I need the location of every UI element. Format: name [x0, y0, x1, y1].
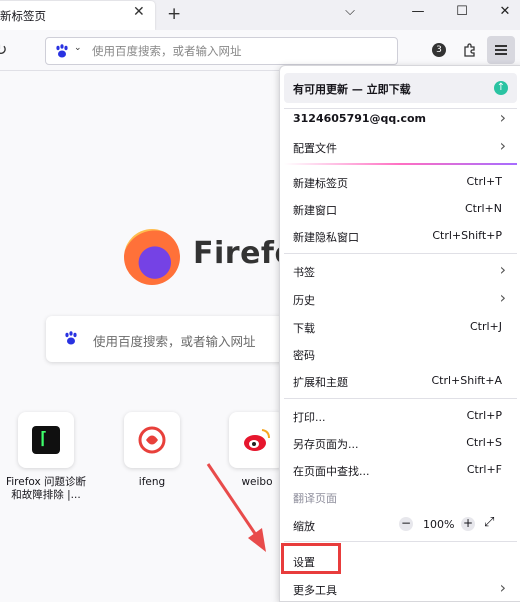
ifeng-logo-icon	[138, 426, 166, 454]
menu-item-label: 历史	[293, 294, 315, 307]
menu-item-bookmarks[interactable]: 书签 ›	[280, 259, 520, 283]
zoom-out-button[interactable]: −	[399, 517, 413, 531]
shortcut-tile-weibo[interactable]	[229, 412, 285, 468]
chevron-down-icon: ⌄	[74, 43, 82, 53]
menu-item-find[interactable]: 在页面中查找... Ctrl+F	[280, 458, 520, 482]
menu-separator	[284, 541, 517, 542]
shortcut-key: Ctrl+S	[466, 436, 502, 449]
firefox-logo	[124, 229, 180, 285]
chevron-right-icon: ›	[499, 578, 506, 597]
menu-item-profiles[interactable]: 配置文件 ›	[280, 135, 520, 159]
menu-item-label: 另存页面为...	[293, 438, 359, 451]
baidu-paw-icon	[65, 331, 77, 345]
tab-new-tab[interactable]: 新标签页 ✕	[0, 1, 155, 30]
new-tab-button[interactable]: +	[167, 4, 181, 24]
menu-item-label: 更多工具	[293, 584, 337, 597]
update-available-item[interactable]: 有可用更新 — 立即下载 ↑	[284, 73, 517, 103]
shortcut-tile-label: weibo	[241, 476, 273, 488]
menu-separator	[284, 253, 517, 254]
menu-item-history[interactable]: 历史 ›	[280, 287, 520, 311]
tab-strip: 新标签页 ✕ + ⌵ — ☐ ✕	[0, 0, 520, 30]
shortcut-tile-ifeng[interactable]	[124, 412, 180, 468]
menu-item-label: 新建标签页	[293, 177, 348, 190]
menu-item-label: 在页面中查找...	[293, 465, 370, 478]
puzzle-icon[interactable]	[462, 42, 478, 58]
menu-item-print[interactable]: 打印... Ctrl+P	[280, 404, 520, 428]
hamburger-icon-line	[495, 53, 507, 55]
shortcut-key: Ctrl+F	[466, 463, 502, 476]
menu-item-passwords[interactable]: 密码	[280, 342, 520, 366]
menu-item-label: 缩放	[293, 520, 315, 533]
url-input[interactable]: 使用百度搜索，或者输入网址	[92, 43, 242, 59]
zoom-level[interactable]: 100%	[423, 518, 454, 531]
menu-item-label: 密码	[293, 349, 315, 362]
zoom-in-button[interactable]: +	[461, 517, 475, 531]
menu-item-label: 打印...	[293, 411, 326, 424]
extension-badge[interactable]: 3	[432, 43, 446, 57]
shortcut-key: Ctrl+N	[464, 202, 502, 215]
settings-highlight-box	[281, 543, 341, 574]
menu-item-label: 书签	[293, 266, 315, 279]
shortcut-key: Ctrl+P	[466, 409, 502, 422]
newtab-search-placeholder: 使用百度搜索，或者输入网址	[93, 334, 256, 349]
menu-item-save-page[interactable]: 另存页面为... Ctrl+S	[280, 431, 520, 455]
shortcut-tile-label: ifeng	[138, 476, 166, 488]
menu-item-private-window[interactable]: 新建隐私窗口 Ctrl+Shift+P	[280, 224, 520, 248]
menu-item-label: 翻译页面	[293, 492, 337, 505]
menu-item-downloads[interactable]: 下载 Ctrl+J	[280, 315, 520, 339]
shortcut-tile-label: Firefox 问题诊断和故障排除 |...	[5, 476, 87, 501]
weibo-logo-icon	[244, 429, 270, 451]
list-all-tabs-icon[interactable]: ⌵	[340, 4, 360, 19]
firefox-support-icon: ⌈	[32, 426, 60, 454]
tab-title: 新标签页	[0, 9, 46, 23]
menu-item-label: 扩展和主题	[293, 376, 348, 389]
app-menu-button[interactable]	[487, 36, 515, 64]
menu-item-label: 新建隐私窗口	[293, 231, 359, 244]
account-gradient-divider	[284, 163, 517, 165]
close-window-button[interactable]: ✕	[495, 4, 515, 19]
url-bar[interactable]: ⌄ 使用百度搜索，或者输入网址	[45, 37, 398, 65]
menu-item-label: 下载	[293, 322, 315, 335]
hamburger-icon-line	[495, 49, 507, 51]
maximize-button[interactable]: ☐	[452, 4, 472, 19]
chevron-right-icon: ›	[499, 108, 506, 127]
newtab-search-box[interactable]: 使用百度搜索，或者输入网址	[46, 316, 316, 362]
reload-icon[interactable]: ↻	[0, 40, 7, 59]
shortcut-key: Ctrl+T	[466, 175, 502, 188]
chevron-right-icon: ›	[499, 260, 506, 279]
close-tab-icon[interactable]: ✕	[133, 4, 145, 20]
account-email: 3124605791@qq.com	[293, 112, 427, 125]
menu-item-addons[interactable]: 扩展和主题 Ctrl+Shift+A	[280, 369, 520, 393]
baidu-paw-icon	[56, 44, 68, 58]
menu-item-new-tab[interactable]: 新建标签页 Ctrl+T	[280, 170, 520, 194]
update-label: 有可用更新 — 立即下载	[293, 83, 411, 96]
menu-separator	[284, 398, 517, 399]
shortcut-tile-firefox-support[interactable]: ⌈	[18, 412, 74, 468]
menu-item-zoom: 缩放 − 100% + ⤢	[280, 513, 520, 537]
shortcut-key: Ctrl+J	[469, 320, 502, 333]
search-engine-selector[interactable]: ⌄	[51, 42, 87, 60]
menu-item-translate[interactable]: 翻译页面	[280, 485, 520, 509]
menu-item-label: 新建窗口	[293, 204, 337, 217]
menu-item-account[interactable]: 3124605791@qq.com ›	[280, 107, 520, 131]
app-menu-panel: 有可用更新 — 立即下载 ↑ 3124605791@qq.com › 配置文件 …	[279, 65, 520, 602]
minimize-button[interactable]: —	[408, 4, 428, 19]
menu-item-label: 配置文件	[293, 142, 337, 155]
fullscreen-icon[interactable]: ⤢	[484, 515, 494, 530]
chevron-right-icon: ›	[499, 288, 506, 307]
update-arrow-icon: ↑	[494, 81, 508, 95]
hamburger-icon	[495, 45, 507, 47]
chevron-right-icon: ›	[499, 136, 506, 155]
shortcut-key: Ctrl+Shift+A	[431, 374, 502, 387]
menu-item-new-window[interactable]: 新建窗口 Ctrl+N	[280, 197, 520, 221]
shortcut-key: Ctrl+Shift+P	[432, 229, 502, 242]
menu-item-more-tools[interactable]: 更多工具 ›	[280, 577, 520, 601]
